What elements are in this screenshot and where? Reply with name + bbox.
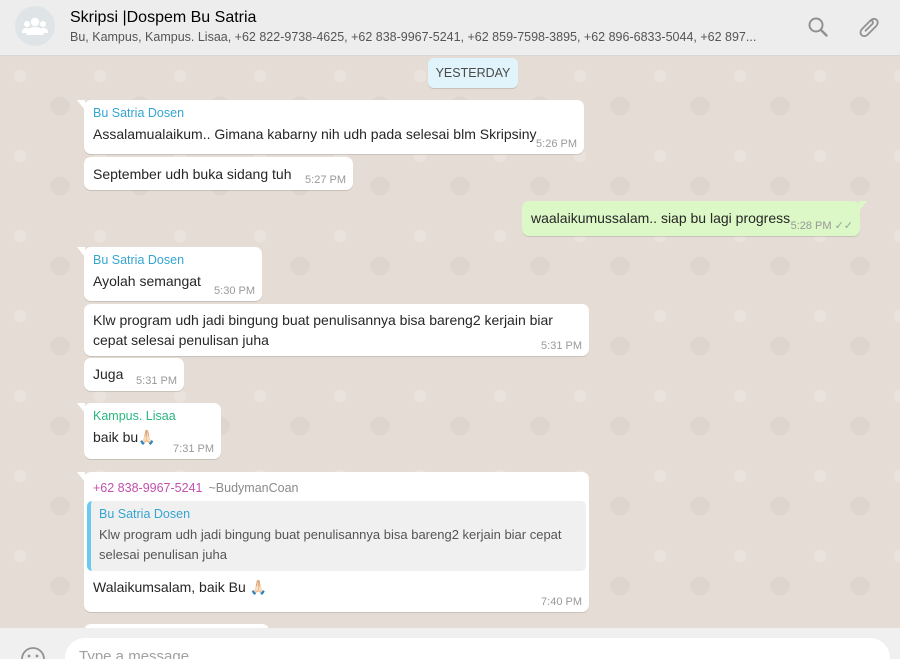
message-meta: 5:28 PM ✓✓ — [791, 219, 853, 232]
message-sender[interactable]: Kampus. Lisaa — [93, 409, 212, 423]
message-time: 7:31 PM — [173, 443, 214, 455]
emoji-icon[interactable] — [20, 646, 46, 659]
search-icon[interactable] — [806, 15, 830, 39]
paperclip-icon[interactable] — [856, 15, 880, 39]
message-time: 5:27 PM — [305, 174, 346, 186]
message-time: 5:31 PM — [541, 340, 582, 352]
quoted-message[interactable]: Bu Satria Dosen Klw program udh jadi bin… — [87, 501, 586, 571]
message-sender[interactable]: Bu Satria Dosen — [93, 253, 253, 267]
message-time: 7:40 PM — [541, 596, 582, 608]
message-text: Klw program udh jadi bingung buat penuli… — [93, 312, 553, 348]
reply-sender-line: +62 838-9967-5241 ~BudymanCoan — [87, 481, 586, 495]
message-time: 5:31 PM — [136, 375, 177, 387]
message-bubble-incoming[interactable]: Juga 5:31 PM — [84, 358, 184, 391]
chat-title: Skripsi |Dospem Bu Satria — [70, 9, 257, 26]
message-bubble-incoming[interactable]: Kampus. Lisaa baik bu🙏🏻 7:31 PM — [77, 403, 221, 459]
reply-sender-alias: ~BudymanCoan — [208, 481, 299, 495]
chat-participants: Bu, Kampus, Kampus. Lisaa, +62 822-9738-… — [70, 30, 757, 44]
quoted-text: Klw program udh jadi bingung buat penuli… — [99, 527, 562, 562]
group-avatar-icon[interactable] — [15, 6, 55, 46]
message-composer: Type a message — [0, 628, 900, 659]
message-time: 5:28 PM — [790, 220, 832, 232]
message-bubble-reply[interactable]: +62 838-9967-5241 ~BudymanCoan Bu Satria … — [77, 472, 589, 612]
reply-sender-phone[interactable]: +62 838-9967-5241 — [93, 481, 202, 495]
message-sender[interactable]: Bu Satria Dosen — [93, 106, 575, 120]
message-time: 5:26 PM — [536, 138, 577, 150]
message-bubble-incoming[interactable]: September udh buka sidang tuh 5:27 PM — [84, 157, 353, 190]
quoted-sender: Bu Satria Dosen — [99, 507, 191, 521]
message-list[interactable]: YESTERDAY Bu Satria Dosen Assalamualaiku… — [0, 56, 900, 628]
message-bubble-outgoing[interactable]: waalaikumussalam.. siap bu lagi progress… — [522, 201, 867, 236]
message-input[interactable]: Type a message — [65, 638, 890, 659]
date-divider: YESTERDAY — [428, 58, 518, 88]
chat-header[interactable]: Skripsi |Dospem Bu Satria Bu, Kampus, Ka… — [0, 0, 900, 56]
message-bubble-incoming[interactable]: Klw program udh jadi bingung buat penuli… — [84, 304, 589, 356]
message-text: Assalamualaikum.. Gimana kabarny nih udh… — [93, 126, 537, 142]
message-text: Walaikumsalam, baik Bu 🙏🏻 — [93, 579, 268, 595]
message-time: 5:30 PM — [214, 285, 255, 297]
message-bubble-incoming[interactable]: Bu Satria Dosen Assalamualaikum.. Gimana… — [77, 100, 584, 154]
double-check-icon: ✓✓ — [834, 220, 853, 232]
message-bubble-incoming[interactable]: Bu Satria Dosen Ayolah semangat 5:30 PM — [77, 247, 262, 301]
